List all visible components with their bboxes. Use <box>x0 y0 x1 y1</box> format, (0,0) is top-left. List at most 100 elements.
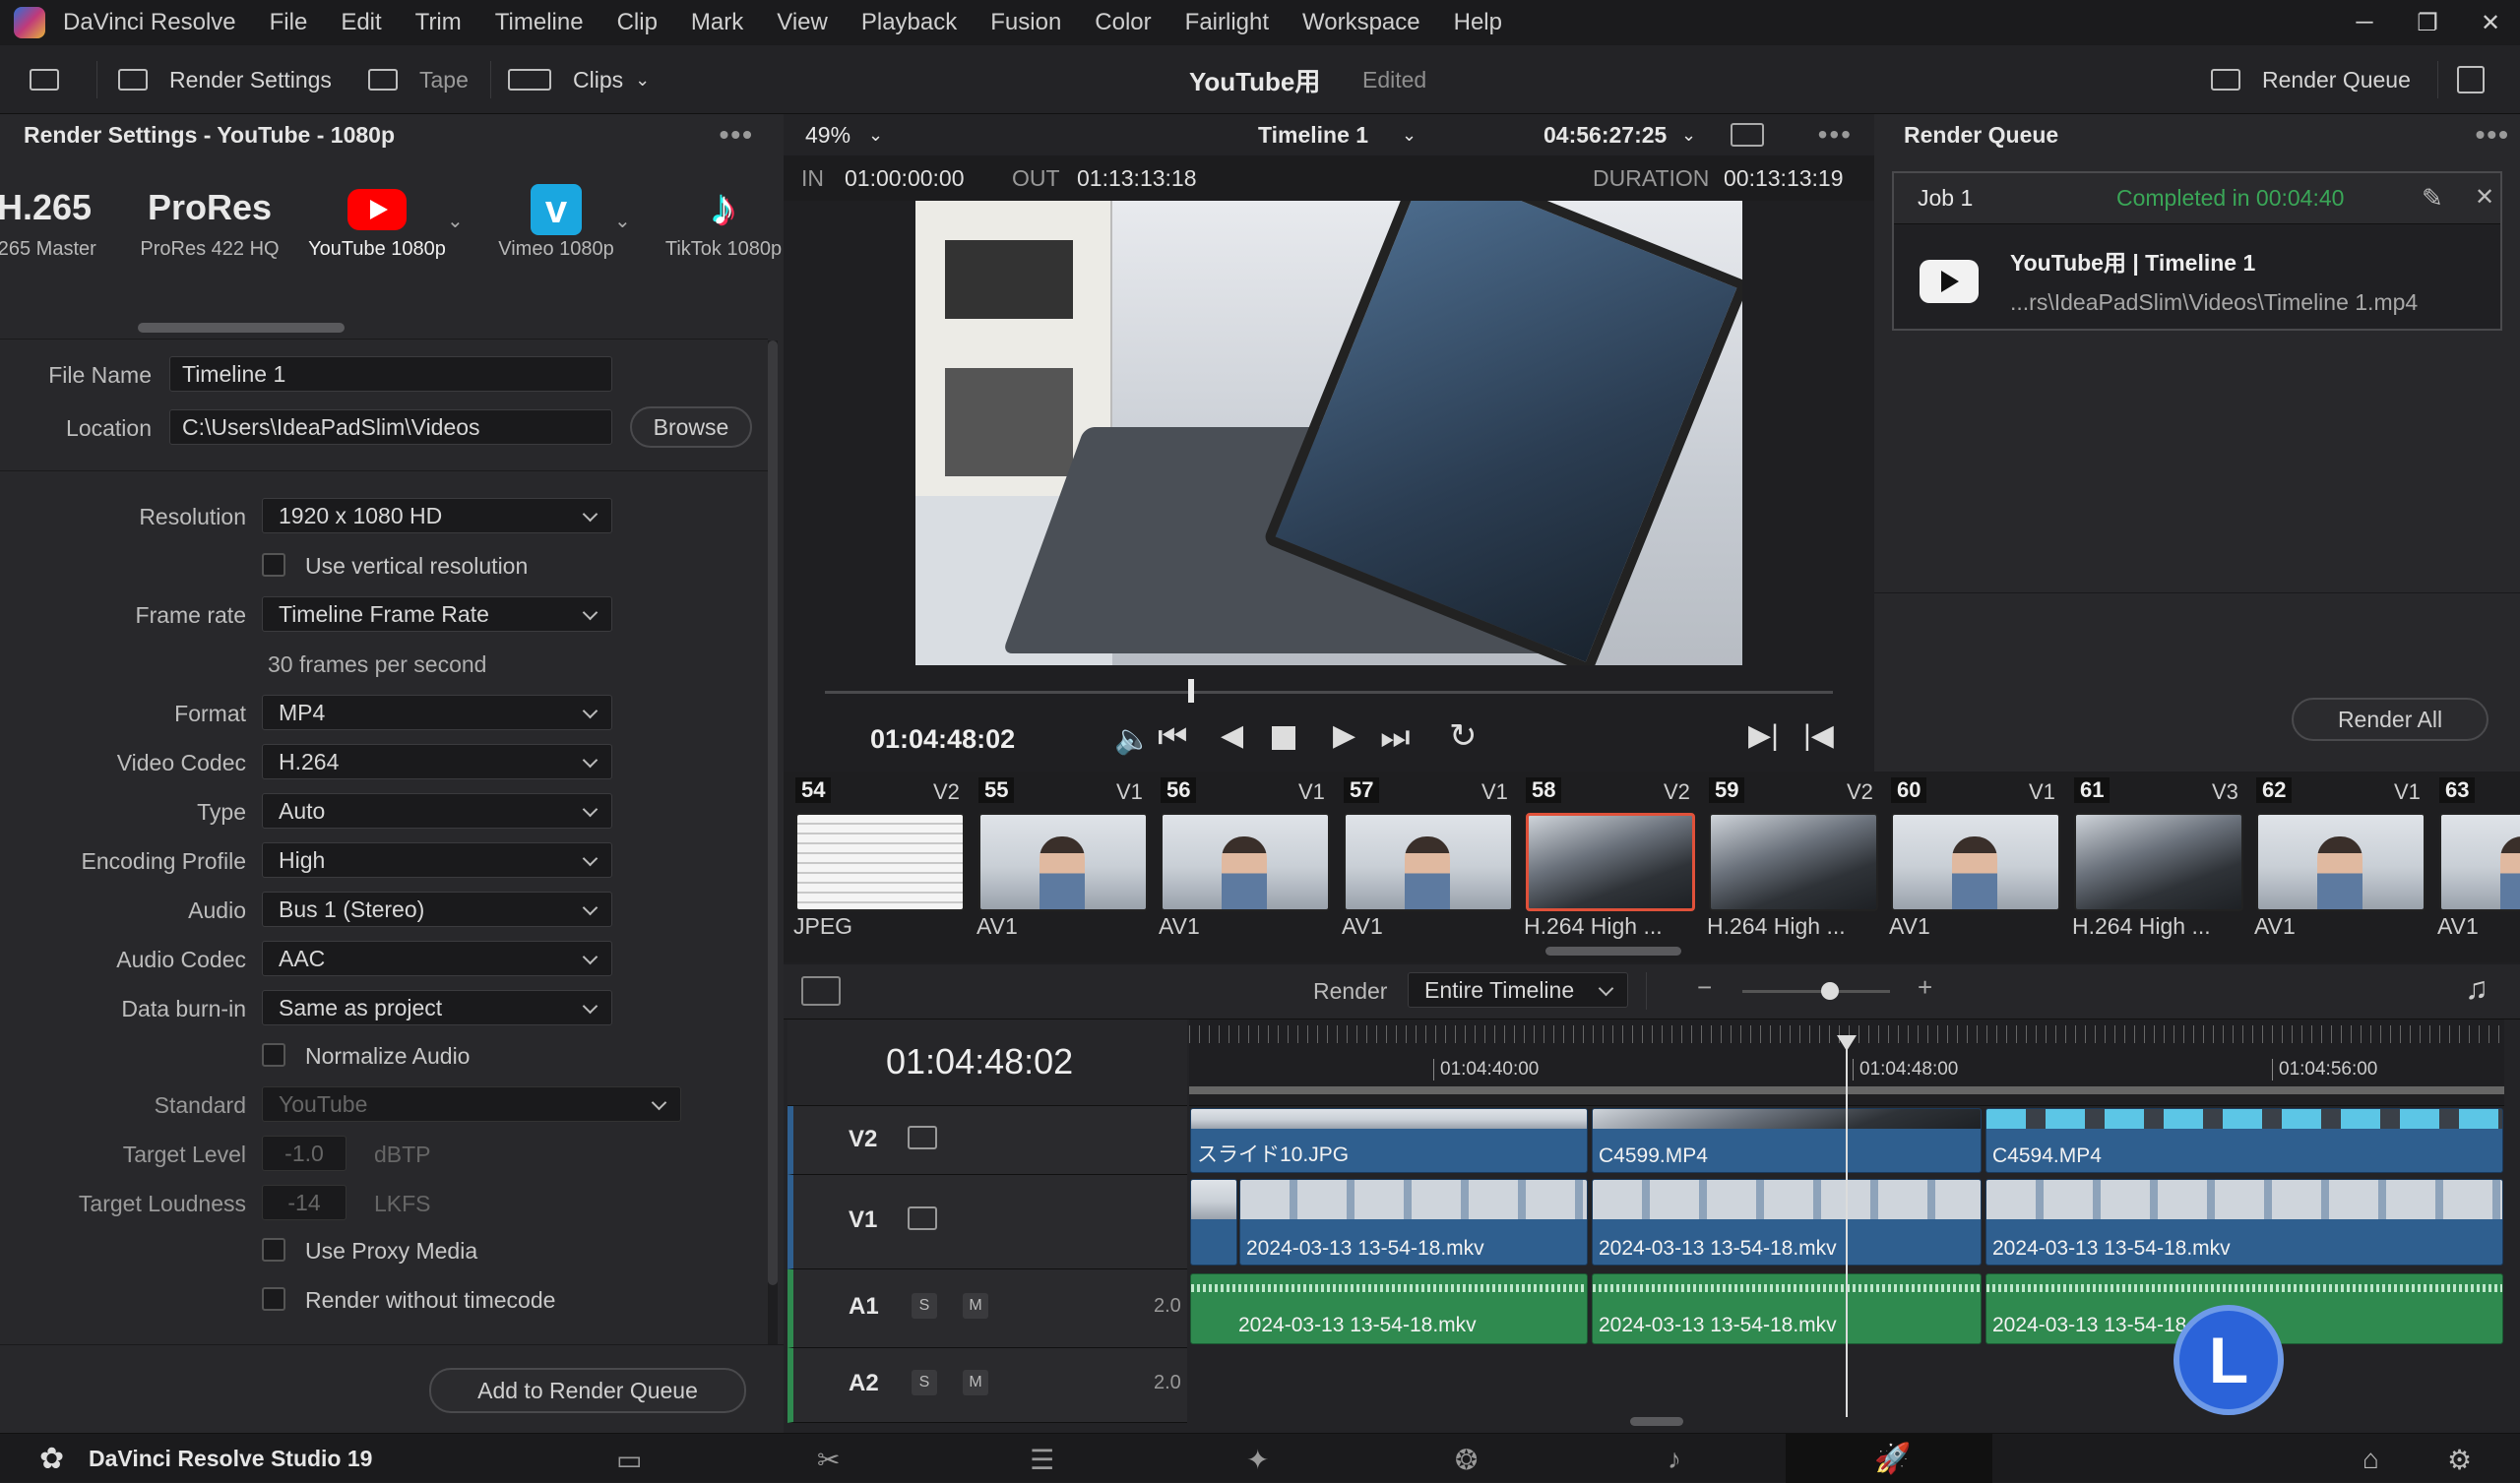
timeline-clip-a1[interactable]: 2024-03-13 13-54-18.mkv <box>1190 1273 1588 1344</box>
resolution-dropdown[interactable]: 1920 x 1080 HD <box>262 498 612 533</box>
more-options-icon[interactable]: ••• <box>2476 119 2510 151</box>
scrub-handle[interactable] <box>1188 679 1194 703</box>
menu-trim[interactable]: Trim <box>415 9 462 36</box>
audio-dropdown[interactable]: Bus 1 (Stereo) <box>262 892 612 927</box>
music-note-icon[interactable]: ♫ <box>2465 970 2488 1007</box>
audio-codec-dropdown[interactable]: AAC <box>262 941 612 976</box>
settings-scrollbar-track[interactable] <box>768 340 778 1344</box>
volume-icon[interactable]: 🔈 <box>1114 722 1151 757</box>
preset-tiktok[interactable]: ♪ TikTok 1080p <box>640 177 807 261</box>
clip-strip-scrollbar[interactable] <box>1545 947 1681 956</box>
more-options-icon[interactable]: ••• <box>1818 119 1853 151</box>
menu-playback[interactable]: Playback <box>861 9 957 36</box>
film-icon[interactable] <box>908 1206 937 1230</box>
render-all-button[interactable]: Render All <box>2292 698 2488 741</box>
track-header-v2[interactable]: V2 <box>788 1106 1187 1175</box>
timeline-clip-a1[interactable]: 2024-03-13 13-54-18.mkv <box>1592 1273 1982 1344</box>
type-dropdown[interactable]: Auto <box>262 793 612 829</box>
zoom-level[interactable]: 49% <box>805 122 850 149</box>
play-icon[interactable]: ▶ <box>1333 718 1355 753</box>
menu-help[interactable]: Help <box>1454 9 1502 36</box>
restore-icon[interactable]: ❐ <box>2396 0 2459 45</box>
timeline-clip-v1[interactable]: 2024-03-13 13-54-18.mkv <box>1592 1179 1982 1266</box>
format-dropdown[interactable]: MP4 <box>262 695 612 730</box>
encoding-profile-dropdown[interactable]: High <box>262 842 612 878</box>
clip-thumbnail[interactable] <box>1709 813 1878 911</box>
menu-edit[interactable]: Edit <box>341 9 381 36</box>
home-icon[interactable]: ⌂ <box>2362 1444 2379 1475</box>
data-burn-dropdown[interactable]: Same as project <box>262 990 612 1025</box>
render-job-card[interactable]: Job 1 Completed in 00:04:40 ✎ ✕ YouTube用… <box>1892 171 2502 331</box>
skip-to-end-icon[interactable]: ⏭ <box>1380 718 1411 757</box>
frame-rate-dropdown[interactable]: Timeline Frame Rate <box>262 596 612 632</box>
color-page-icon[interactable]: ❂ <box>1455 1444 1478 1476</box>
skip-to-start-icon[interactable]: ⏮ <box>1158 718 1188 757</box>
menu-view[interactable]: View <box>777 9 828 36</box>
clip-thumbnail[interactable] <box>978 813 1148 911</box>
fusion-page-icon[interactable]: ✦ <box>1246 1444 1269 1476</box>
clip-thumbnail[interactable] <box>1526 813 1695 911</box>
video-codec-dropdown[interactable]: H.264 <box>262 744 612 779</box>
minimize-icon[interactable]: ─ <box>2333 0 2396 45</box>
chevron-down-icon[interactable]: ⌄ <box>1402 125 1417 146</box>
menu-workspace[interactable]: Workspace <box>1302 9 1420 36</box>
clips-button[interactable]: Clips ⌄ <box>508 45 650 114</box>
zoom-out-icon[interactable]: − <box>1697 972 1712 1003</box>
preset-youtube[interactable]: YouTube 1080p <box>293 177 461 261</box>
chevron-down-icon[interactable]: ⌄ <box>447 209 464 233</box>
proxy-icon[interactable] <box>1731 123 1764 147</box>
render-settings-button[interactable]: Render Settings <box>118 45 332 114</box>
fairlight-page-icon[interactable]: ♪ <box>1668 1444 1681 1475</box>
next-frame-icon[interactable]: ▶| <box>1748 718 1779 753</box>
mute-button[interactable]: M <box>963 1370 988 1395</box>
vertical-resolution-checkbox[interactable] <box>262 553 285 577</box>
menu-fairlight[interactable]: Fairlight <box>1185 9 1269 36</box>
zoom-in-icon[interactable]: + <box>1918 972 1932 1003</box>
preset-scrollbar[interactable] <box>138 323 345 333</box>
preset-h265[interactable]: H.265 .265 Master <box>0 177 128 261</box>
timeline-clip-v2[interactable]: C4594.MP4 <box>1985 1108 2503 1173</box>
timeline-clip-v1[interactable] <box>1190 1179 1237 1266</box>
timeline-clip-v1[interactable]: 2024-03-13 13-54-18.mkv <box>1239 1179 1588 1266</box>
close-icon[interactable]: ✕ <box>2459 0 2520 45</box>
render-range-dropdown[interactable]: Entire Timeline <box>1408 972 1628 1008</box>
track-header-v1[interactable]: V1 <box>788 1175 1187 1269</box>
timeline-clip-v2[interactable]: スライド10.JPG <box>1190 1108 1588 1173</box>
mute-button[interactable]: M <box>963 1293 988 1319</box>
clip-thumbnail[interactable] <box>2074 813 2243 911</box>
chevron-down-icon[interactable]: ⌄ <box>614 209 631 233</box>
monitor-icon[interactable] <box>30 45 59 114</box>
no-timecode-checkbox[interactable] <box>262 1287 285 1311</box>
playhead[interactable] <box>1846 1039 1848 1417</box>
use-proxy-checkbox[interactable] <box>262 1238 285 1262</box>
expand-icon[interactable] <box>2457 45 2485 114</box>
film-icon[interactable] <box>908 1126 937 1149</box>
prev-frame-icon[interactable]: |◀ <box>1803 718 1834 753</box>
add-to-render-queue-button[interactable]: Add to Render Queue <box>429 1368 746 1413</box>
more-options-icon[interactable]: ••• <box>720 119 754 151</box>
preset-prores[interactable]: ProRes ProRes 422 HQ <box>126 177 293 261</box>
clip-thumbnail[interactable] <box>1891 813 2060 911</box>
chevron-down-icon[interactable]: ⌄ <box>868 125 883 146</box>
viewer-timeline-name[interactable]: Timeline 1 <box>1258 122 1368 149</box>
timeline-clip-v2[interactable]: C4599.MP4 <box>1592 1108 1982 1173</box>
clip-thumbnail[interactable] <box>2439 813 2520 911</box>
zoom-slider[interactable] <box>1742 990 1890 993</box>
cut-page-icon[interactable]: ✂ <box>817 1444 840 1476</box>
stop-icon[interactable] <box>1272 726 1295 750</box>
menu-clip[interactable]: Clip <box>617 9 658 36</box>
clip-thumbnail[interactable] <box>795 813 965 911</box>
menu-file[interactable]: File <box>270 9 308 36</box>
normalize-audio-checkbox[interactable] <box>262 1043 285 1067</box>
file-name-input[interactable]: Timeline 1 <box>169 356 612 392</box>
menu-timeline[interactable]: Timeline <box>495 9 584 36</box>
close-icon[interactable]: ✕ <box>2475 183 2494 212</box>
menu-color[interactable]: Color <box>1095 9 1151 36</box>
clip-thumbnail[interactable] <box>2256 813 2426 911</box>
solo-button[interactable]: S <box>912 1370 937 1395</box>
solo-button[interactable]: S <box>912 1293 937 1319</box>
clip-thumbnail[interactable] <box>1344 813 1513 911</box>
deliver-page-tab[interactable]: 🚀 <box>1786 1434 1992 1483</box>
track-header-a1[interactable]: A1 S M 2.0 <box>788 1269 1187 1348</box>
scrub-bar[interactable] <box>825 691 1833 694</box>
